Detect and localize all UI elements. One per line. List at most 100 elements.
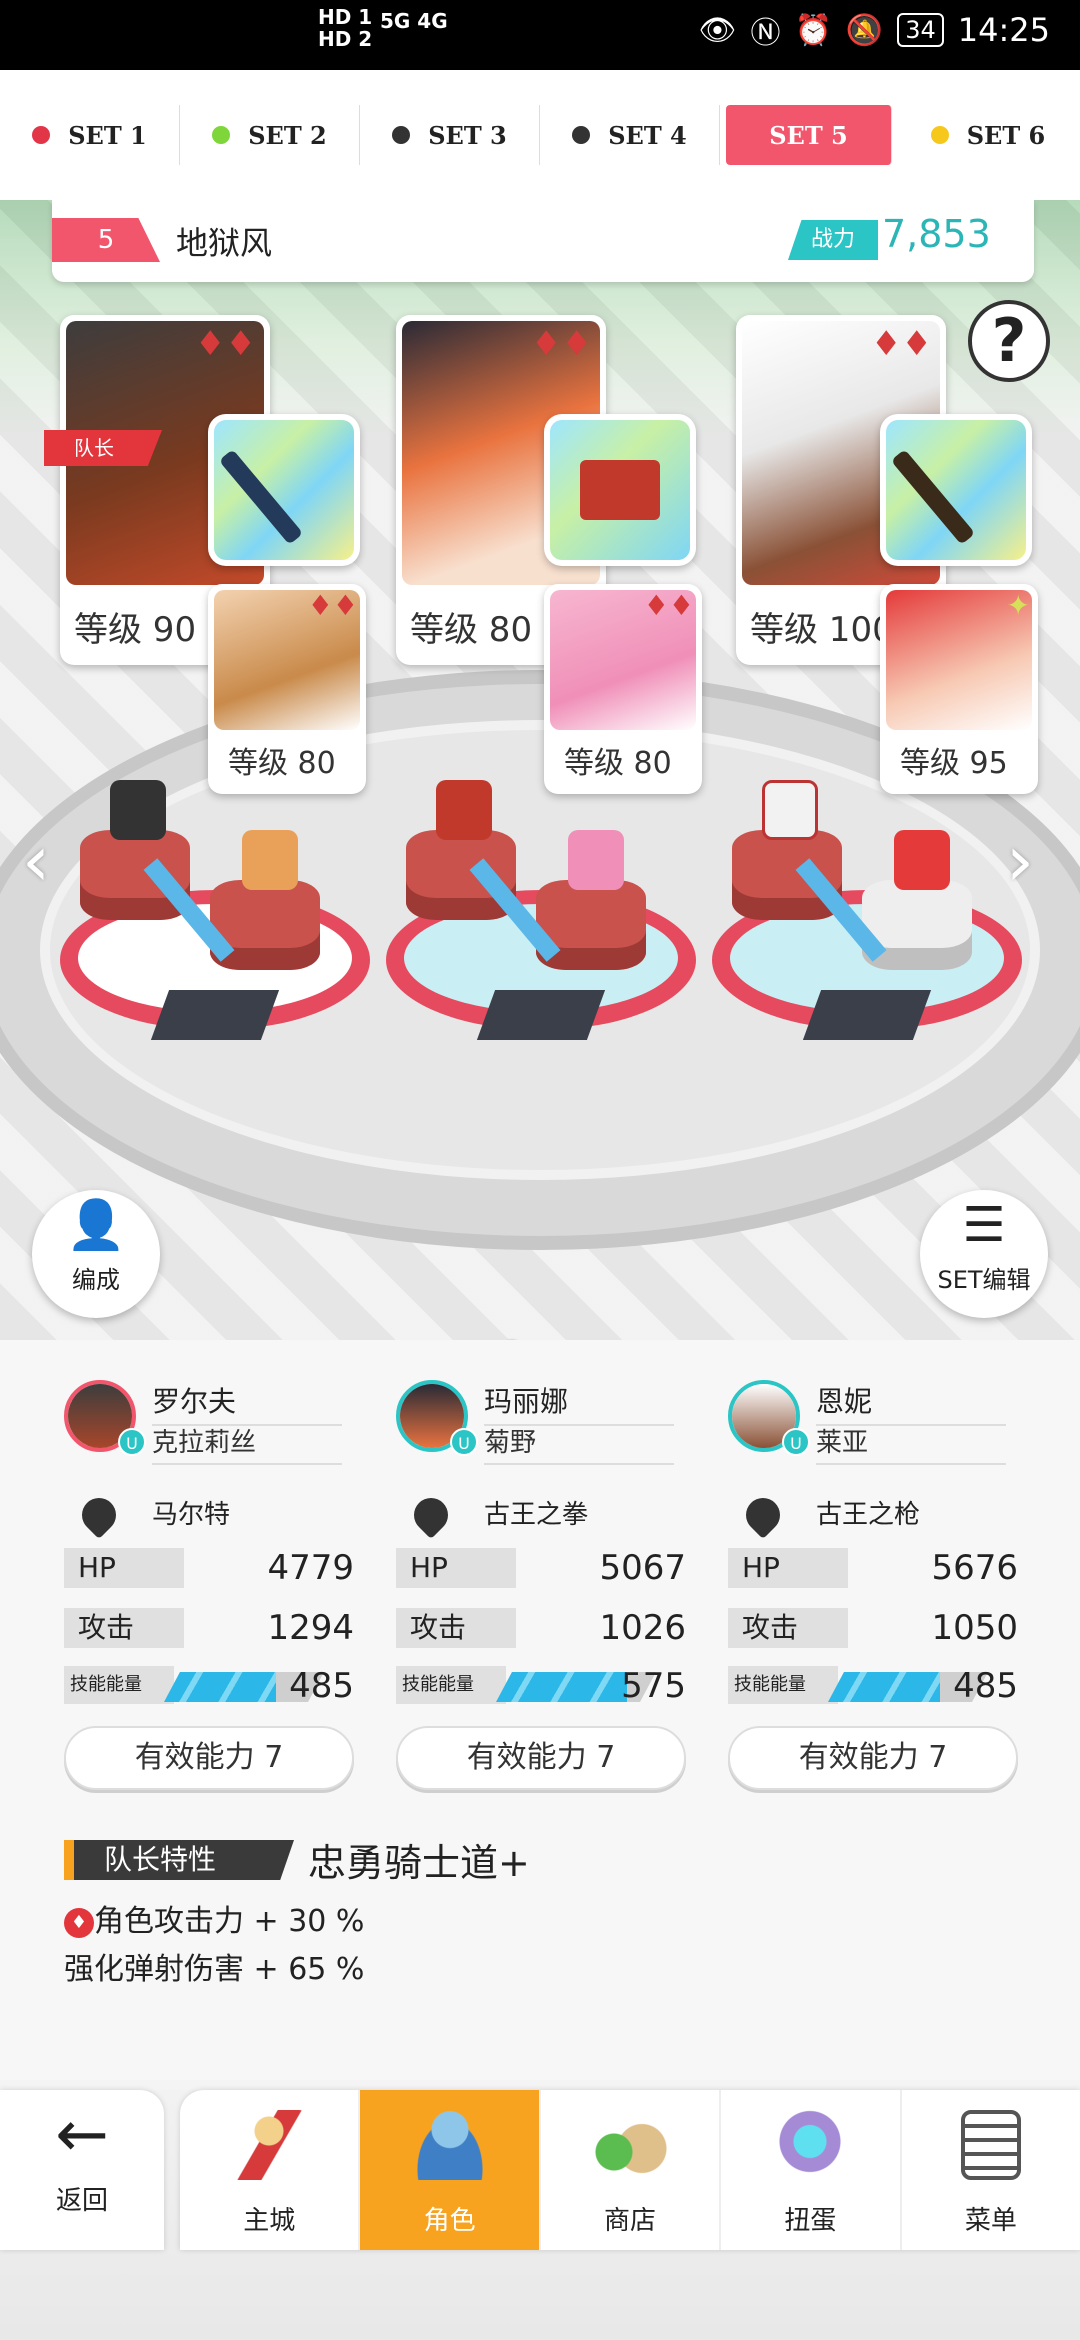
power-label: 战力 [788, 220, 878, 260]
hp-value: 5067 [599, 1548, 686, 1588]
weapon-icon [410, 1488, 454, 1532]
support-card-3[interactable]: ✦ 等级 95 [880, 584, 1038, 794]
member-support-name: 菊野 [484, 1422, 674, 1465]
support-level: 等级 80 [564, 746, 672, 781]
weapon-icon [742, 1488, 786, 1532]
u-badge-icon: U [118, 1428, 146, 1456]
set-dot [392, 126, 411, 144]
set-tab-5[interactable]: SET 5 [726, 105, 892, 165]
hero-sprite [436, 780, 492, 840]
pedestal-3[interactable] [712, 780, 1022, 1040]
weapon-icon [214, 420, 354, 560]
effective-ability-button[interactable]: 有效能力 7 [728, 1726, 1018, 1790]
tab-label: 主城 [243, 2206, 296, 2236]
suit-icon: ♦♦ [307, 589, 358, 622]
character-icon [360, 2090, 538, 2200]
alarm-icon: ⏰ [794, 12, 832, 48]
tab-character[interactable]: 角色 [360, 2090, 541, 2250]
weapon-icon [886, 420, 1026, 560]
battery-indicator: 34 [897, 13, 944, 47]
clock: 14:25 [957, 11, 1050, 49]
hero-level: 等级 80 [404, 602, 539, 651]
set-tab-label: SET 1 [68, 120, 147, 150]
support-level: 等级 80 [228, 746, 336, 781]
hero-sprite [110, 780, 166, 840]
team-name[interactable]: 地狱风 [176, 218, 272, 264]
hp-value: 5676 [931, 1548, 1018, 1588]
energy-value: 485 [953, 1666, 1018, 1706]
hero-sprite [762, 780, 818, 840]
leader-trait-line-2: 强化弹射伤害 + 65 % [64, 1952, 365, 1987]
set-edit-label: SET编辑 [937, 1266, 1031, 1294]
hp-label: HP [396, 1548, 546, 1588]
tab-gacha[interactable]: 扭蛋 [721, 2090, 902, 2250]
support-sprite [894, 830, 950, 890]
skill-energy: 技能能量 485 [64, 1666, 354, 1706]
status-bar: HD 1 HD 2 5G 4G 👁 Ⓝ ⏰ 🔕 34 14:25 [0, 0, 1080, 70]
tab-main-city[interactable]: 主城 [180, 2090, 361, 2250]
support-card-1[interactable]: ♦♦ 等级 80 [208, 584, 366, 794]
tab-label: 商店 [604, 2206, 657, 2236]
member-main-name: 恩妮 [816, 1380, 1006, 1426]
suit-icon: ♦♦ [195, 324, 256, 364]
skill-energy: 技能能量 485 [728, 1666, 1018, 1706]
set-tab-6[interactable]: SET 6 [898, 105, 1078, 165]
support-card-2[interactable]: ♦♦ 等级 80 [544, 584, 702, 794]
weapon-slot-2[interactable] [544, 414, 696, 566]
atk-stat: 攻击 1050 [728, 1608, 1018, 1648]
set-tab-1[interactable]: SET 1 [0, 105, 180, 165]
hero-level: 等级 90 [68, 602, 203, 651]
weapon-slot-1[interactable] [208, 414, 360, 566]
prev-arrow-icon[interactable]: ‹ [22, 820, 50, 902]
back-label: 返回 [55, 2186, 108, 2216]
set-edit-button[interactable]: ☰ SET编辑 [920, 1190, 1048, 1318]
weapon-slot-3[interactable] [880, 414, 1032, 566]
atk-stat: 攻击 1294 [64, 1608, 354, 1648]
tab-label: 扭蛋 [784, 2206, 837, 2236]
pedestal-1[interactable] [60, 780, 370, 1040]
member-weapon-name: 古王之枪 [816, 1500, 921, 1530]
formation-button[interactable]: 👤 编成 [32, 1190, 160, 1318]
set-tab-label: SET 4 [608, 120, 687, 150]
u-badge-icon: U [782, 1428, 810, 1456]
support-level: 等级 95 [900, 746, 1008, 781]
effective-ability-button[interactable]: 有效能力 7 [396, 1726, 686, 1790]
weapon-shape [890, 449, 976, 545]
status-right: 👁 Ⓝ ⏰ 🔕 34 14:25 [698, 8, 1050, 52]
atk-label: 攻击 [728, 1608, 878, 1648]
energy-value: 575 [621, 1666, 686, 1706]
help-button[interactable]: ? [968, 300, 1050, 382]
set-dot [572, 126, 591, 144]
hd-badges: HD 1 HD 2 [318, 5, 373, 51]
effective-ability-button[interactable]: 有效能力 7 [64, 1726, 354, 1790]
team-info: U 罗尔夫 克拉莉丝 马尔特 HP 4779 攻击 1294 技能能量 485 … [0, 1340, 1080, 2080]
mute-icon: 🔕 [845, 12, 884, 48]
menu-list-icon [902, 2090, 1080, 2200]
nfc-icon: Ⓝ [750, 16, 781, 51]
set-tab-3[interactable]: SET 3 [360, 105, 540, 165]
set-tab-4[interactable]: SET 4 [540, 105, 720, 165]
skill-energy: 技能能量 575 [396, 1666, 686, 1706]
leader-badge: 队长 [44, 430, 162, 466]
bottom-nav: ← 返回 主城 角色 商店 扭蛋 菜单 [0, 2090, 1080, 2340]
tab-shop[interactable]: 商店 [541, 2090, 722, 2250]
team-bar: 5 地狱风 战力 7,853 [52, 200, 1034, 282]
eye-icon: 👁 [698, 12, 737, 48]
formation-arena: 5 地狱风 战力 7,853 ? ♦♦ 等级 90 队长 ♦♦ 等级 80 ♦♦… [0, 200, 1080, 1340]
support-sprite [568, 830, 624, 890]
tab-label: 角色 [423, 2206, 476, 2236]
back-button[interactable]: ← 返回 [0, 2090, 164, 2250]
weapon-icon [78, 1488, 122, 1532]
member-support-name: 克拉莉丝 [152, 1422, 342, 1465]
pedestal-2[interactable] [386, 780, 696, 1040]
weapon-shape [580, 460, 660, 520]
network-indicator: 5G 4G [380, 9, 448, 33]
nav-tabs: 主城 角色 商店 扭蛋 菜单 [180, 2090, 1080, 2250]
set-tab-label: SET 2 [248, 120, 327, 150]
team-power: 7,853 [882, 212, 991, 256]
hp-label: HP [728, 1548, 878, 1588]
set-tab-2[interactable]: SET 2 [180, 105, 360, 165]
tab-menu[interactable]: 菜单 [902, 2090, 1080, 2250]
member-weapon-name: 古王之拳 [484, 1500, 589, 1530]
atk-stat: 攻击 1026 [396, 1608, 686, 1648]
